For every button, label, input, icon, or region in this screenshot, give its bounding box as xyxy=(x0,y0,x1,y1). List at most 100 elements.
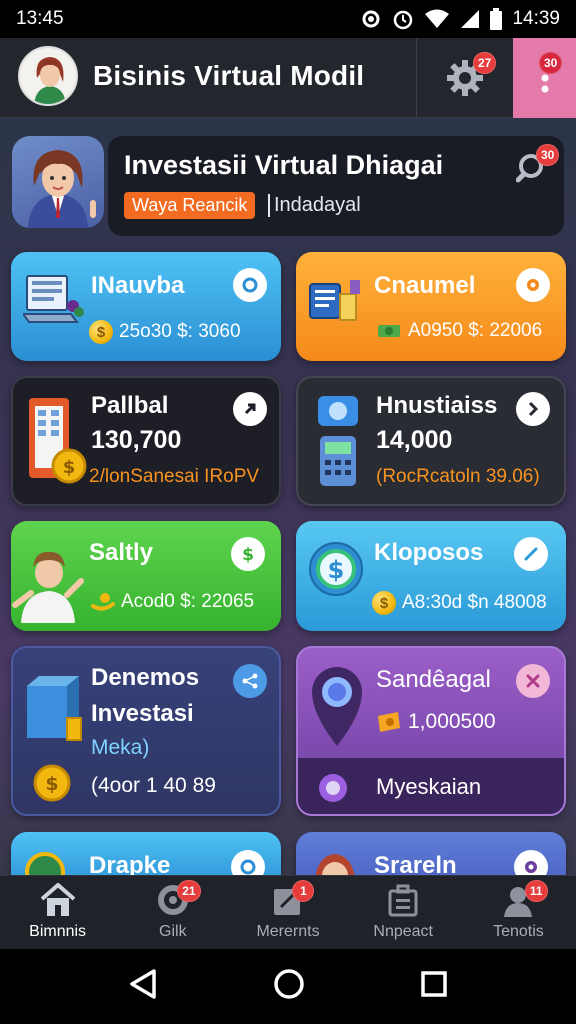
nav-label: Merernts xyxy=(256,923,320,940)
svg-text:$: $ xyxy=(242,545,254,564)
card-hnustiaiss[interactable]: Hnustiaiss 14,000 (RocRcatoln 39.06) xyxy=(296,376,566,506)
hero-tag[interactable]: Waya Reancik xyxy=(124,192,256,219)
card-footer[interactable]: Myeskaian xyxy=(298,758,564,814)
card-dollar-button[interactable]: $ xyxy=(231,537,265,571)
battery-icon xyxy=(490,8,503,30)
card-title: Pallbal xyxy=(91,392,169,419)
card-title: Denemos xyxy=(91,664,200,691)
card-close-button[interactable] xyxy=(516,664,550,698)
card-settings-button[interactable] xyxy=(514,850,548,875)
nav-label: Nnpeact xyxy=(373,923,433,940)
card-drapke[interactable]: Drapke xyxy=(11,832,281,875)
status-bar: 13:45 14:39 xyxy=(0,0,576,38)
gear-icon xyxy=(319,774,347,802)
wifi-icon xyxy=(424,9,450,29)
status-time: 13:45 xyxy=(16,8,64,29)
card-stat-text: A8:30d $n 48008 xyxy=(402,592,547,614)
profile-avatar[interactable] xyxy=(18,46,78,106)
card-stat: 1,000500 xyxy=(376,710,496,734)
card-stat: $25o30 $: 3060 xyxy=(89,320,241,344)
card-title: Cnaumel xyxy=(374,272,476,299)
nav-label: Tenotis xyxy=(493,923,544,940)
card-settings-button[interactable] xyxy=(231,850,265,875)
documents-money-icon xyxy=(309,280,360,321)
settings-badge: 27 xyxy=(473,52,497,74)
nav-badge: 1 xyxy=(292,880,315,902)
recents-button[interactable] xyxy=(420,970,448,1003)
nav-item-nnpeact[interactable]: Nnpeact xyxy=(346,876,461,949)
settings-button[interactable]: 27 xyxy=(416,38,512,118)
box-coins-icon xyxy=(27,676,82,741)
bottom-navigation: Bimnnis 21 Gilk 1 Merernts Nnpeact 11 Te… xyxy=(0,875,576,949)
card-pallbal[interactable]: $ Pallbal 130,700 2/lonSanesai IRoPV xyxy=(11,376,281,506)
card-stat: (4oor 1 40 89 xyxy=(91,774,216,797)
status-time-right: 14:39 xyxy=(512,8,560,29)
svg-text:$: $ xyxy=(328,556,345,584)
cash-stack-icon xyxy=(378,324,400,337)
card-open-button[interactable] xyxy=(233,392,267,426)
svg-text:$: $ xyxy=(45,773,58,795)
card-stat-text: A0950 $: 22006 xyxy=(408,320,543,341)
home-button[interactable] xyxy=(273,968,305,1005)
card-title: Hnustiaiss xyxy=(376,392,498,419)
card-stat-text: 1,000500 xyxy=(408,710,496,733)
card-edit-button[interactable] xyxy=(514,537,548,571)
card-title: Saltly xyxy=(89,539,154,566)
card-value: 130,700 xyxy=(91,426,182,454)
settings-icon xyxy=(242,277,258,293)
nav-badge: 21 xyxy=(177,880,201,902)
back-button[interactable] xyxy=(128,968,158,1005)
nav-badge: 11 xyxy=(524,880,548,902)
card-title-second-line: Investasi xyxy=(91,700,194,727)
card-open-button[interactable] xyxy=(516,392,550,426)
card-value: 14,000 xyxy=(376,426,453,454)
card-sandeagal[interactable]: Sandêagal 1,000500 Myeskaian xyxy=(296,646,566,816)
waving-person-icon xyxy=(12,551,84,623)
recents-square-icon xyxy=(421,971,448,997)
card-cnaumel[interactable]: Cnaumel A0950 $: 22006 xyxy=(296,252,566,361)
card-stat: 2/lonSanesai IRoPV xyxy=(89,466,260,487)
app-title: Bisinis Virtual Modil xyxy=(93,60,365,91)
hero-subtitle: Indadayal xyxy=(268,194,361,217)
card-title: Kloposos xyxy=(374,539,484,566)
hero-title: Investasii Virtual Dhiagai xyxy=(124,150,444,180)
hero-banner[interactable]: Investasii Virtual Dhiagai Waya Reancik … xyxy=(12,136,564,236)
nav-item-gilk[interactable]: 21 Gilk xyxy=(115,876,230,949)
nav-item-bimnnis[interactable]: Bimnnis xyxy=(0,876,115,949)
coin-icon xyxy=(25,852,65,875)
chevron-right-icon xyxy=(528,401,539,417)
share-icon xyxy=(242,673,258,689)
card-stat: Acod0 $: 22065 xyxy=(91,591,254,613)
settings-icon xyxy=(527,279,539,291)
dollar-badge-icon: $ xyxy=(309,542,363,596)
nav-item-tenotis[interactable]: 11 Tenotis xyxy=(461,876,576,949)
card-stat-text: 25o30 $: 3060 xyxy=(119,321,241,343)
card-denemos[interactable]: $ Denemos Investasi Meka) (4oor 1 40 89 xyxy=(11,646,281,816)
card-saltly[interactable]: Saltly $ Acod0 $: 22065 xyxy=(11,521,281,631)
signal-icon xyxy=(460,9,480,29)
calculator-coin-icon: $ xyxy=(29,398,87,484)
svg-text:$: $ xyxy=(63,457,76,478)
back-triangle-icon xyxy=(129,969,156,999)
camera-pos-terminal-icon xyxy=(318,396,358,486)
status-icons: 14:39 xyxy=(360,8,560,30)
card-inauvba[interactable]: INauvba $25o30 $: 3060 xyxy=(11,252,281,361)
card-srareln[interactable]: Srareln xyxy=(296,832,566,875)
card-settings-button[interactable] xyxy=(233,268,267,302)
card-stat: A0950 $: 22006 xyxy=(376,320,542,342)
more-button[interactable]: 30 xyxy=(513,38,576,118)
nav-item-merernts[interactable]: 1 Merernts xyxy=(230,876,345,949)
card-stat-text: Acod0 $: 22065 xyxy=(121,591,255,612)
card-settings-button[interactable] xyxy=(516,268,550,302)
location-pin-icon xyxy=(312,667,362,746)
more-badge: 30 xyxy=(539,52,563,74)
home-circle-icon xyxy=(274,969,304,999)
arrow-right-icon xyxy=(244,403,256,415)
hero-search-button[interactable]: 30 xyxy=(515,144,560,189)
pencil-icon xyxy=(524,547,538,561)
nav-label: Gilk xyxy=(159,923,187,940)
card-share-button[interactable] xyxy=(233,664,267,698)
card-title: INauvba xyxy=(91,272,185,299)
card-kloposos[interactable]: $ Kloposos $ A8:30d $n 48008 xyxy=(296,521,566,631)
system-navigation xyxy=(0,949,576,1024)
